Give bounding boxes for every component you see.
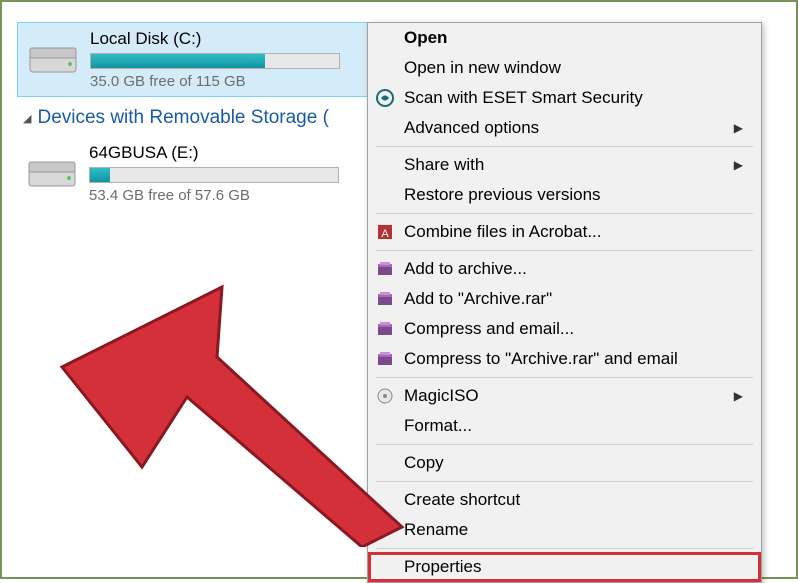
storage-bar	[90, 53, 340, 69]
menu-advanced-options[interactable]: Advanced options ▶	[368, 113, 761, 143]
storage-bar	[89, 167, 339, 183]
menu-add-archive[interactable]: Add to archive...	[368, 254, 761, 284]
menu-create-shortcut[interactable]: Create shortcut	[368, 485, 761, 515]
menu-compress-rar-email[interactable]: Compress to "Archive.rar" and email	[368, 344, 761, 374]
menu-label: Scan with ESET Smart Security	[404, 88, 643, 108]
chevron-right-icon: ▶	[734, 121, 743, 135]
menu-label: Add to "Archive.rar"	[404, 289, 552, 309]
drive-name: Local Disk (C:)	[90, 29, 376, 49]
separator	[376, 146, 753, 147]
acrobat-icon: A	[374, 221, 396, 243]
separator	[376, 377, 753, 378]
menu-label: Combine files in Acrobat...	[404, 222, 601, 242]
winrar-icon	[374, 348, 396, 370]
collapse-arrow-icon: ◢	[23, 112, 31, 125]
disc-icon	[374, 385, 396, 407]
menu-label: Open in new window	[404, 58, 561, 78]
menu-label: Copy	[404, 453, 444, 473]
drive-name: 64GBUSA (E:)	[89, 143, 377, 163]
chevron-right-icon: ▶	[734, 158, 743, 172]
menu-label: Share with	[404, 155, 484, 175]
hdd-icon	[27, 148, 77, 190]
separator	[376, 548, 753, 549]
context-menu: Open Open in new window Scan with ESET S…	[367, 22, 762, 583]
storage-free-text: 53.4 GB free of 57.6 GB	[89, 187, 377, 204]
menu-magiciso[interactable]: MagicISO ▶	[368, 381, 761, 411]
menu-label: MagicISO	[404, 386, 479, 406]
menu-label: Rename	[404, 520, 468, 540]
separator	[376, 444, 753, 445]
menu-label: Add to archive...	[404, 259, 527, 279]
winrar-icon	[374, 288, 396, 310]
menu-label: Format...	[404, 416, 472, 436]
menu-format[interactable]: Format...	[368, 411, 761, 441]
menu-label: Properties	[404, 557, 481, 577]
winrar-icon	[374, 318, 396, 340]
menu-properties[interactable]: Properties	[368, 552, 761, 582]
menu-label: Advanced options	[404, 118, 539, 138]
menu-combine-acrobat[interactable]: A Combine files in Acrobat...	[368, 217, 761, 247]
separator	[376, 213, 753, 214]
menu-copy[interactable]: Copy	[368, 448, 761, 478]
menu-open-new-window[interactable]: Open in new window	[368, 53, 761, 83]
menu-scan-eset[interactable]: Scan with ESET Smart Security	[368, 83, 761, 113]
menu-open[interactable]: Open	[368, 23, 761, 53]
menu-restore-prev[interactable]: Restore previous versions	[368, 180, 761, 210]
svg-text:A: A	[381, 228, 389, 240]
menu-compress-email[interactable]: Compress and email...	[368, 314, 761, 344]
storage-free-text: 35.0 GB free of 115 GB	[90, 73, 376, 90]
separator	[376, 481, 753, 482]
menu-rename[interactable]: Rename	[368, 515, 761, 545]
menu-label: Compress to "Archive.rar" and email	[404, 349, 678, 369]
menu-share-with[interactable]: Share with ▶	[368, 150, 761, 180]
menu-label: Open	[404, 28, 447, 48]
eset-icon	[374, 87, 396, 109]
menu-label: Restore previous versions	[404, 185, 601, 205]
drive-item-e[interactable]: 64GBUSA (E:) 53.4 GB free of 57.6 GB	[17, 137, 387, 210]
winrar-icon	[374, 258, 396, 280]
menu-add-archive-rar[interactable]: Add to "Archive.rar"	[368, 284, 761, 314]
menu-label: Compress and email...	[404, 319, 574, 339]
instruction-arrow	[22, 267, 422, 547]
section-label: Devices with Removable Storage (	[37, 107, 328, 129]
separator	[376, 250, 753, 251]
menu-label: Create shortcut	[404, 490, 520, 510]
drive-item-c[interactable]: Local Disk (C:) 35.0 GB free of 115 GB	[17, 22, 387, 97]
hdd-icon	[28, 34, 78, 76]
chevron-right-icon: ▶	[734, 389, 743, 403]
